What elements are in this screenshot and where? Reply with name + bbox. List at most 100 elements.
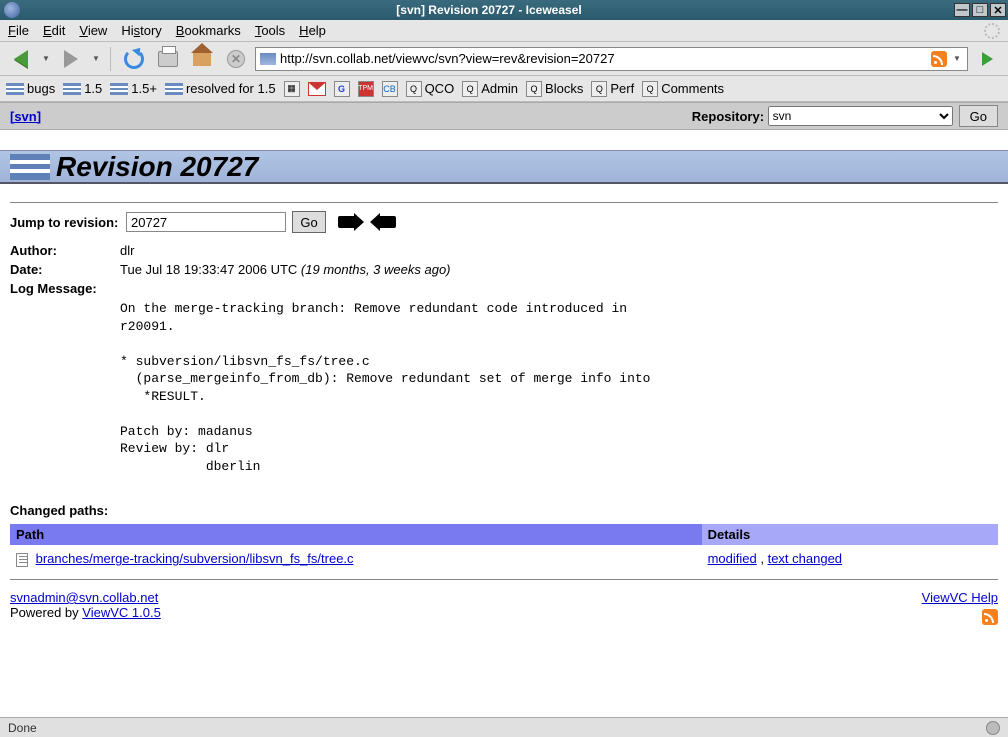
revision-meta: Author: dlr Date: Tue Jul 18 19:33:47 20… — [0, 243, 1008, 475]
bookmark-cb[interactable]: CB — [382, 81, 398, 97]
detail-modified-link[interactable]: modified — [708, 551, 757, 566]
cb-icon: CB — [382, 81, 398, 97]
log-message-body: On the merge-tracking branch: Remove red… — [120, 300, 998, 475]
author-value: dlr — [120, 243, 998, 258]
menu-history[interactable]: History — [121, 23, 161, 38]
print-icon — [158, 51, 178, 67]
q-icon: Q — [462, 81, 478, 97]
q-icon: Q — [591, 81, 607, 97]
q-icon: Q — [642, 81, 658, 97]
powered-by-text: Powered by — [10, 605, 82, 620]
prev-revision-button[interactable] — [378, 216, 396, 228]
rss-icon[interactable] — [931, 51, 947, 67]
security-icon[interactable] — [986, 721, 1000, 735]
back-arrow-icon — [14, 50, 28, 68]
menu-file[interactable]: File — [8, 23, 29, 38]
repository-go-button[interactable]: Go — [959, 105, 998, 127]
home-button[interactable] — [187, 45, 217, 73]
svn-icon — [110, 83, 128, 95]
log-message-label: Log Message: — [10, 281, 120, 296]
url-dropdown[interactable]: ▼ — [951, 45, 963, 73]
jump-go-button[interactable]: Go — [292, 211, 326, 233]
statusbar: Done — [0, 717, 1008, 737]
jump-label: Jump to revision: — [10, 215, 120, 230]
bookmark-1-5[interactable]: 1.5 — [63, 81, 102, 96]
repository-label: Repository: — [692, 109, 764, 124]
bookmark-tpm[interactable]: TPM — [358, 81, 374, 97]
svn-icon — [165, 83, 183, 95]
bookmarks-toolbar: bugs 1.5 1.5+ resolved for 1.5 ▦ G TPM C… — [0, 76, 1008, 102]
close-button[interactable]: ✕ — [990, 3, 1006, 17]
menu-help[interactable]: Help — [299, 23, 326, 38]
bookmark-admin[interactable]: QAdmin — [462, 81, 518, 97]
svn-icon — [63, 83, 81, 95]
print-button[interactable] — [153, 45, 183, 73]
back-button[interactable] — [6, 45, 36, 73]
arrow-left-icon — [378, 216, 396, 228]
bookmark-comments[interactable]: QComments — [642, 81, 724, 97]
date-label: Date: — [10, 262, 120, 277]
minimize-button[interactable]: — — [954, 3, 970, 17]
tpm-icon: TPM — [358, 81, 374, 97]
q-icon: Q — [406, 81, 422, 97]
changed-paths-heading: Changed paths: — [0, 503, 1008, 518]
go-button[interactable] — [972, 45, 1002, 73]
window-title: [svn] Revision 20727 - Iceweasel — [24, 3, 954, 17]
bookmark-blocks[interactable]: QBlocks — [526, 81, 583, 97]
table-row: branches/merge-tracking/subversion/libsv… — [10, 545, 998, 573]
admin-email-link[interactable]: svnadmin@svn.collab.net — [10, 590, 158, 605]
bookmark-google[interactable]: G — [334, 81, 350, 97]
menu-bookmarks[interactable]: Bookmarks — [176, 23, 241, 38]
bookmark-resolved[interactable]: resolved for 1.5 — [165, 81, 276, 96]
maximize-button[interactable]: □ — [972, 3, 988, 17]
bookmark-perf[interactable]: QPerf — [591, 81, 634, 97]
date-ago: (19 months, 3 weeks ago) — [301, 262, 451, 277]
bookmark-bugs[interactable]: bugs — [6, 81, 55, 96]
menu-edit[interactable]: Edit — [43, 23, 65, 38]
site-favicon — [260, 53, 276, 65]
bookmark-qco[interactable]: QQCO — [406, 81, 455, 97]
bookmark-gmail[interactable] — [308, 82, 326, 96]
breadcrumb-svn[interactable]: [svn] — [10, 109, 41, 124]
stop-icon: ✕ — [227, 50, 245, 68]
google-icon: G — [334, 81, 350, 97]
svn-icon — [6, 83, 24, 95]
author-label: Author: — [10, 243, 120, 258]
repository-strip: [svn] Repository: svn Go — [0, 102, 1008, 130]
rss-icon[interactable] — [982, 609, 998, 625]
svn-logo-icon — [10, 154, 50, 180]
bookmark-icon-1[interactable]: ▦ — [284, 81, 300, 97]
app-icon — [4, 2, 20, 18]
stop-button[interactable]: ✕ — [221, 45, 251, 73]
revision-input[interactable] — [126, 212, 286, 232]
detail-text-changed-link[interactable]: text changed — [768, 551, 842, 566]
next-revision-button[interactable] — [338, 216, 356, 228]
menu-view[interactable]: View — [79, 23, 107, 38]
reload-button[interactable] — [119, 45, 149, 73]
viewvc-help-link[interactable]: ViewVC Help — [922, 590, 998, 605]
status-text: Done — [8, 721, 37, 735]
forward-history-dropdown[interactable]: ▼ — [90, 45, 102, 73]
titlebar: [svn] Revision 20727 - Iceweasel — □ ✕ — [0, 0, 1008, 20]
jump-to-revision-row: Jump to revision: Go — [0, 211, 1008, 233]
changed-path-link[interactable]: branches/merge-tracking/subversion/libsv… — [36, 551, 354, 566]
url-input[interactable] — [280, 49, 927, 69]
date-value: Tue Jul 18 19:33:47 2006 UTC (19 months,… — [120, 262, 998, 277]
page-footer: svnadmin@svn.collab.net Powered by ViewV… — [0, 586, 1008, 638]
file-icon — [16, 553, 28, 567]
back-history-dropdown[interactable]: ▼ — [40, 45, 52, 73]
forward-button[interactable] — [56, 45, 86, 73]
throbber-icon — [984, 23, 1000, 39]
page-content: [svn] Repository: svn Go Revision 20727 … — [0, 102, 1008, 717]
url-bar: ▼ — [255, 47, 968, 71]
bookmark-1-5-plus[interactable]: 1.5+ — [110, 81, 157, 96]
repository-select[interactable]: svn — [768, 106, 953, 126]
browser-window: [svn] Revision 20727 - Iceweasel — □ ✕ F… — [0, 0, 1008, 737]
q-icon: Q — [526, 81, 542, 97]
changed-paths-table: Path Details branches/merge-tracking/sub… — [10, 524, 998, 573]
home-icon — [193, 52, 211, 66]
menu-tools[interactable]: Tools — [255, 23, 285, 38]
page-title: Revision 20727 — [56, 151, 258, 183]
revision-header: Revision 20727 — [0, 150, 1008, 184]
viewvc-link[interactable]: ViewVC 1.0.5 — [82, 605, 161, 620]
